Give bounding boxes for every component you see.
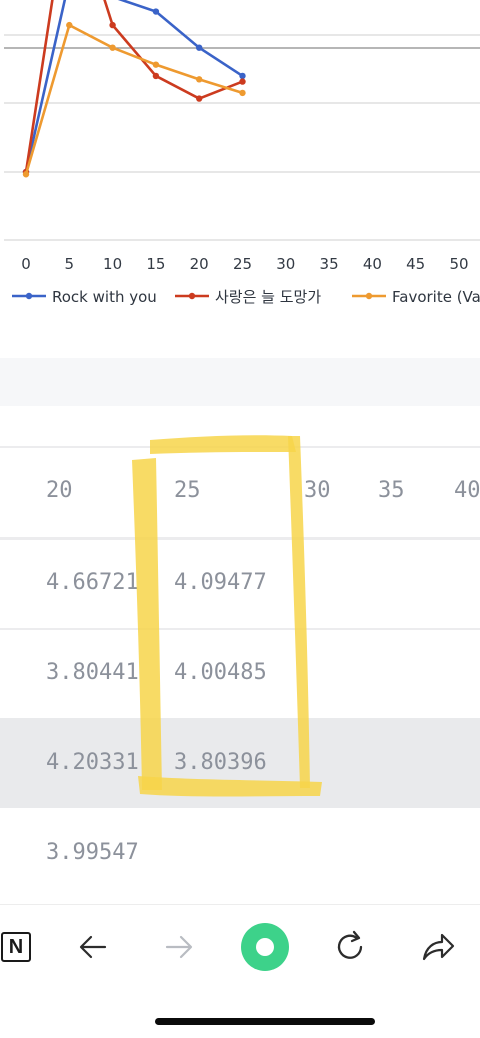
header-cell: 35	[378, 478, 405, 503]
line-chart: 0 5 10 15 20 25 30 35 40 45 50 Rock with you 사랑은 늘 …	[0, 0, 480, 330]
x-tick-label: 25	[233, 255, 252, 273]
table-header-row: 20 25 30 35 40	[0, 446, 480, 536]
legend-label[interactable]: Rock with you	[52, 288, 157, 306]
green-dot-button[interactable]	[241, 923, 289, 971]
home-indicator	[155, 1018, 375, 1025]
table-row: 3.80441 4.00485	[0, 628, 480, 718]
table-cell: 3.80441	[46, 660, 139, 685]
header-cell: 30	[304, 478, 331, 503]
data-point	[109, 44, 116, 51]
refresh-button[interactable]	[326, 923, 374, 971]
back-arrow-icon	[79, 935, 107, 959]
header-cell: 20	[46, 478, 73, 503]
data-point	[66, 21, 73, 29]
x-tick-label: 20	[190, 255, 209, 273]
x-tick-label: 5	[65, 255, 75, 273]
forward-arrow-icon	[165, 935, 193, 959]
x-tick-label: 10	[103, 255, 122, 273]
data-point	[239, 89, 246, 97]
header-cell: 25	[174, 478, 201, 503]
table-cell: 4.66721	[46, 570, 139, 595]
x-tick-label: 15	[146, 255, 165, 273]
chart-svg: 0 5 10 15 20 25 30 35 40 45 50 Rock with you 사랑은 늘 …	[4, 0, 480, 306]
x-tick-label: 0	[21, 255, 31, 273]
x-tick-label: 45	[406, 255, 425, 273]
legend-label[interactable]: Favorite (Van	[392, 288, 480, 306]
naver-button[interactable]: N	[0, 923, 40, 971]
legend-marker	[365, 292, 373, 300]
data-point	[22, 171, 30, 178]
table-row: 3.99547	[0, 808, 480, 898]
series-line	[24, 0, 244, 173]
table-row: 4.66721 4.09477	[0, 538, 480, 628]
share-button[interactable]	[414, 923, 462, 971]
data-point	[239, 78, 246, 85]
data-point	[196, 44, 203, 51]
table-cell: 3.80396	[174, 750, 267, 775]
x-tick-label: 50	[449, 255, 468, 273]
naver-label: N	[8, 935, 24, 958]
forward-button[interactable]	[155, 923, 203, 971]
green-dot-icon	[241, 923, 289, 971]
back-button[interactable]	[69, 923, 117, 971]
table-cell: 4.00485	[174, 660, 267, 685]
naver-n-icon: N	[1, 932, 31, 962]
x-tick-label: 40	[363, 255, 382, 273]
table-cell: 4.20331	[46, 750, 139, 775]
table-row-highlighted: 4.20331 3.80396	[0, 718, 480, 808]
data-point	[196, 76, 203, 83]
data-point	[152, 72, 160, 80]
header-cell: 40	[454, 478, 480, 503]
table-cell: 3.99547	[46, 840, 139, 865]
legend-label[interactable]: 사랑은 늘 도망가	[215, 288, 321, 306]
legend-marker	[25, 292, 33, 300]
data-point	[152, 61, 160, 68]
data-point	[152, 8, 160, 15]
browser-toolbar: N	[0, 904, 480, 986]
section-divider-band	[0, 358, 480, 406]
share-icon	[422, 933, 455, 961]
table-cell: 4.09477	[174, 570, 267, 595]
data-point	[196, 95, 203, 102]
refresh-icon	[337, 930, 363, 959]
x-tick-label: 35	[320, 255, 339, 273]
data-point	[109, 21, 116, 29]
x-tick-label: 30	[276, 255, 295, 273]
data-point	[239, 72, 246, 80]
legend-marker	[188, 292, 196, 300]
